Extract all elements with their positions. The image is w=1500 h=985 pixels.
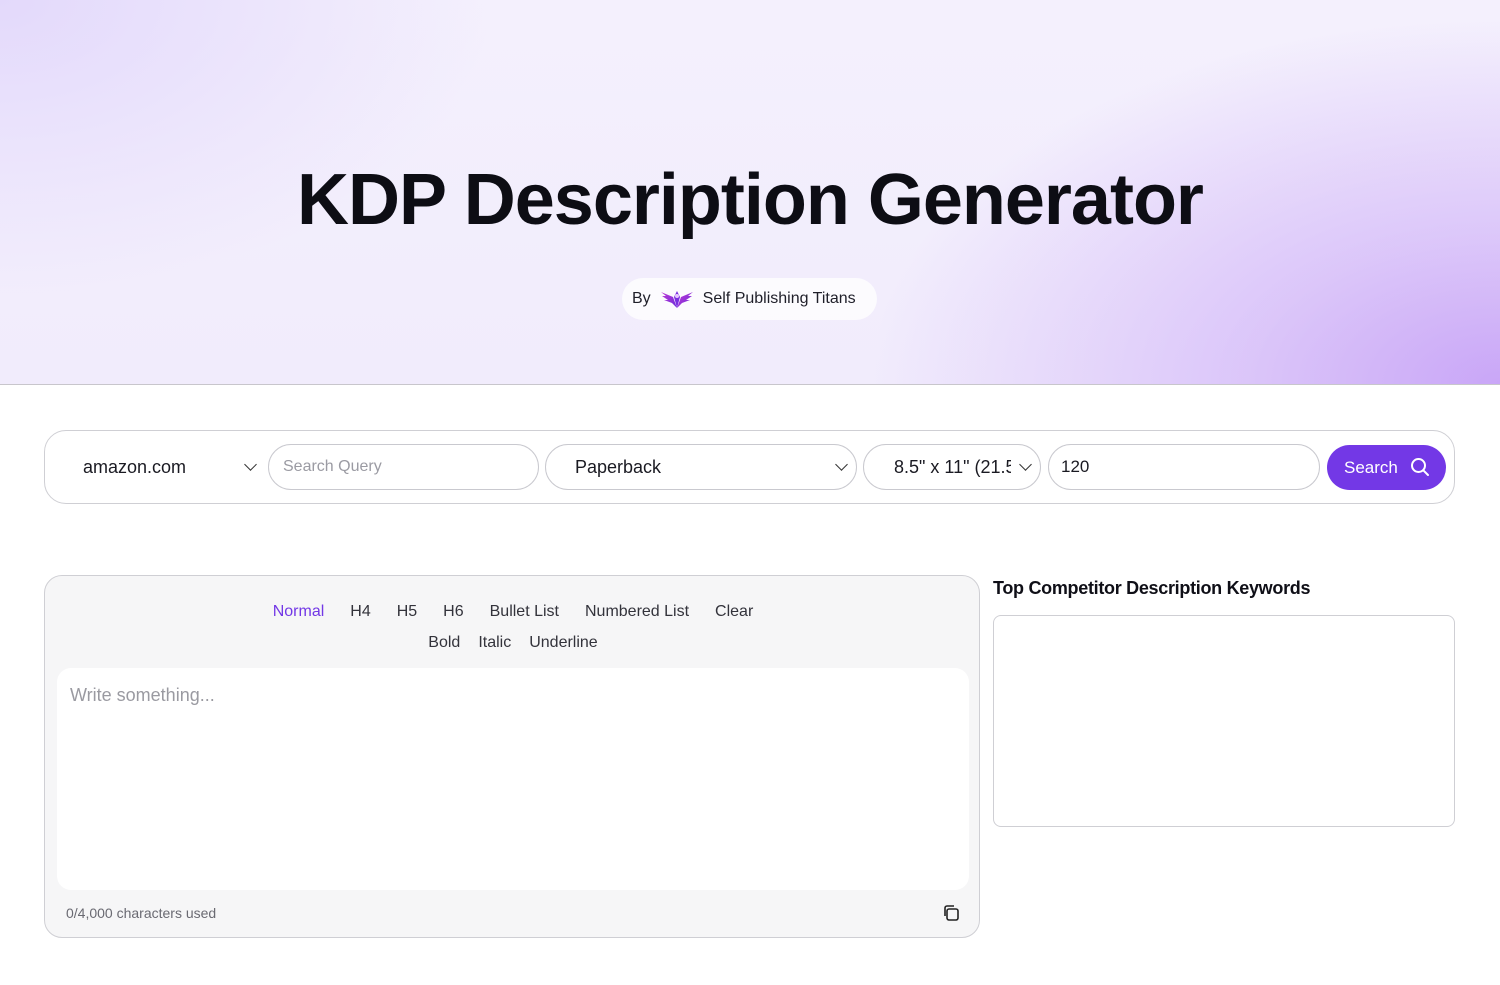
description-placeholder: Write something... [70, 685, 215, 705]
chevron-down-icon [835, 458, 848, 471]
toolbar-normal[interactable]: Normal [273, 603, 325, 621]
keywords-panel [993, 615, 1455, 827]
toolbar-h4[interactable]: H4 [350, 603, 370, 621]
description-editor: Normal H4 H5 H6 Bullet List Numbered Lis… [44, 575, 980, 938]
copy-icon[interactable] [942, 904, 960, 922]
trim-size-select[interactable]: 8.5" x 11" (21.5 [863, 444, 1041, 490]
brand-name: Self Publishing Titans [702, 290, 856, 307]
search-query-placeholder: Search Query [283, 458, 382, 475]
chevron-down-icon [1019, 458, 1032, 471]
search-query-input[interactable]: Search Query [268, 444, 539, 490]
editor-toolbar-row-2: Bold Italic Underline [45, 634, 981, 652]
editor-toolbar-row-1: Normal H4 H5 H6 Bullet List Numbered Lis… [45, 603, 981, 621]
hero-banner: KDP Description Generator By Self Publis… [0, 0, 1500, 385]
search-bar: amazon.com Search Query Paperback 8.5" x… [44, 430, 1455, 504]
page-count-input[interactable]: 120 [1048, 444, 1320, 490]
by-label: By [632, 290, 651, 307]
search-button[interactable]: Search [1327, 445, 1446, 490]
toolbar-italic[interactable]: Italic [478, 634, 511, 652]
character-count: 0/4,000 characters used [66, 905, 217, 921]
marketplace-select[interactable]: amazon.com [69, 444, 265, 490]
brand-badge[interactable]: By Self Publishing Titans [622, 278, 877, 320]
toolbar-h6[interactable]: H6 [443, 603, 463, 621]
chevron-down-icon [244, 458, 257, 471]
toolbar-underline[interactable]: Underline [529, 634, 597, 652]
winged-logo-icon [660, 288, 694, 310]
search-button-label: Search [1344, 457, 1398, 477]
page-title: KDP Description Generator [297, 160, 1204, 240]
format-select[interactable]: Paperback [545, 444, 857, 490]
toolbar-numbered-list[interactable]: Numbered List [585, 603, 689, 621]
description-textarea[interactable]: Write something... [57, 668, 969, 890]
toolbar-bullet-list[interactable]: Bullet List [490, 603, 559, 621]
keywords-title: Top Competitor Description Keywords [993, 578, 1311, 598]
toolbar-clear[interactable]: Clear [715, 603, 753, 621]
toolbar-bold[interactable]: Bold [428, 634, 460, 652]
search-icon [1410, 457, 1430, 477]
toolbar-h5[interactable]: H5 [397, 603, 417, 621]
